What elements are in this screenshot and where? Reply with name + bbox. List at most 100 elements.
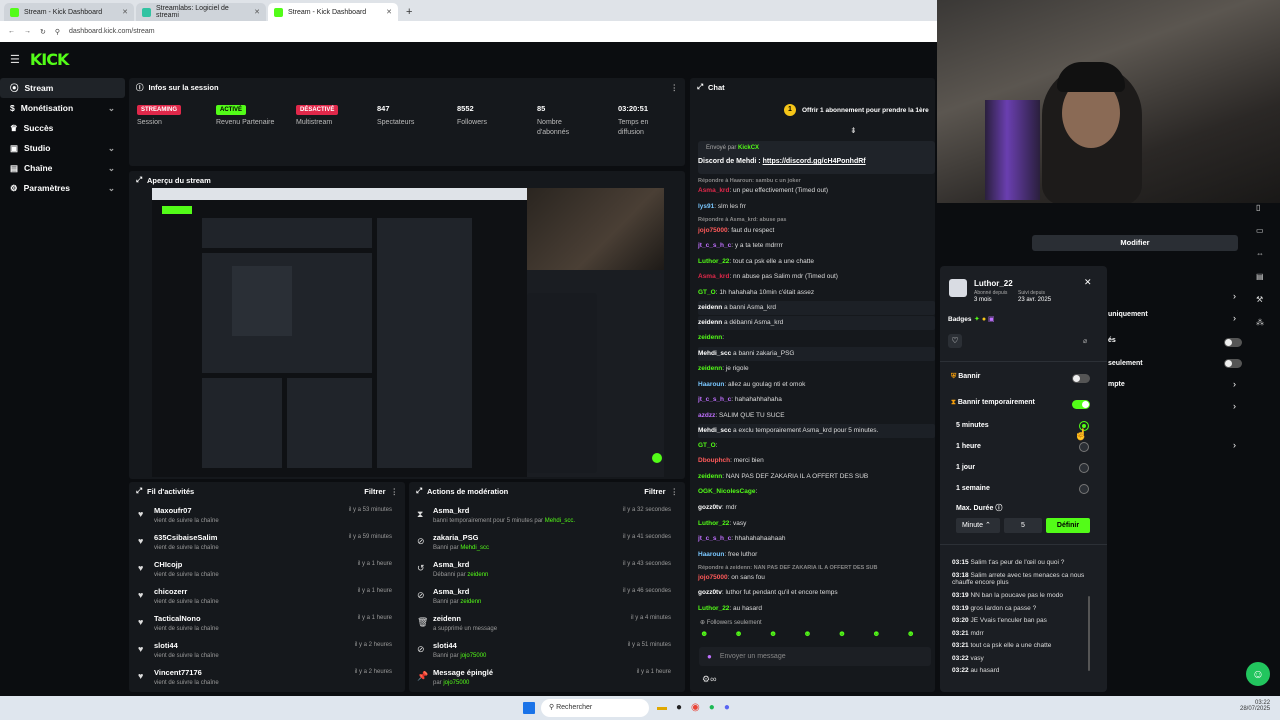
setting-toggle[interactable] <box>1224 359 1242 368</box>
activity-name[interactable]: TacticalNono <box>154 614 201 623</box>
chevron-right-icon[interactable]: › <box>1233 379 1236 389</box>
chat-message[interactable]: OGK_NicolesCage: <box>698 488 757 495</box>
more-icon[interactable]: ⋮ <box>671 83 679 92</box>
chat-username[interactable]: GT_O <box>698 289 716 296</box>
mod-target[interactable]: Asma_krd <box>433 560 469 569</box>
forward-icon[interactable]: → <box>24 28 31 35</box>
sidebar-item-chaine[interactable]: ▤ Chaîne ⌄ <box>0 158 125 178</box>
page-icon[interactable]: ▯ <box>1256 203 1270 212</box>
setting-toggle[interactable] <box>1224 338 1242 347</box>
chat-message[interactable]: Luthor_22: tout ca psk elle a une chatte <box>698 258 814 265</box>
more-icon[interactable]: ⋮ <box>391 487 399 496</box>
address-bar[interactable]: ← → ↻ ⚲ dashboard.kick.com/stream <box>0 21 937 42</box>
chevron-right-icon[interactable]: › <box>1233 291 1236 301</box>
chat-message[interactable]: Luthor_22: vasy <box>698 520 746 527</box>
chat-message[interactable]: zeidenn: <box>698 334 724 341</box>
chat-username[interactable]: Asma_krd <box>698 187 729 194</box>
kick-logo[interactable]: KICK <box>30 50 69 69</box>
site-info-icon[interactable]: ⚲ <box>55 28 60 36</box>
chat-settings-icon[interactable]: ⚙∞ <box>702 674 716 685</box>
url-text[interactable]: dashboard.kick.com/stream <box>69 28 155 35</box>
activity-name[interactable]: 635CsibaiseSalim <box>154 533 217 542</box>
list-item[interactable]: ⧗ Asma_krd banni temporairement pour 5 min… <box>411 506 681 532</box>
chat-message[interactable]: GT_O: 1h hahahaha 10min c'était assez <box>698 289 814 296</box>
list-item[interactable]: ⊘ zakaria_PSG Banni par Mehdi_scc il y a 41… <box>411 533 681 559</box>
more-icon[interactable]: ⋮ <box>671 487 679 496</box>
new-tab-icon[interactable]: + <box>400 3 418 21</box>
back-icon[interactable]: ← <box>8 28 15 35</box>
mod-target[interactable]: sloti44 <box>433 641 457 650</box>
chat-username[interactable]: Asma_krd <box>698 273 729 280</box>
duration-radio[interactable] <box>1079 463 1089 473</box>
chat-message[interactable]: jojo75000: on sans fou <box>698 574 765 581</box>
chat-username[interactable]: jt_c_s_h_c <box>698 242 731 249</box>
emote-icon[interactable]: ☻ <box>700 629 708 643</box>
expand-icon[interactable]: ⤢ <box>416 486 422 496</box>
chat-message[interactable]: Luthor_22: au hasard <box>698 605 762 612</box>
reply-preview[interactable]: Répondre à Asma_krd: abuse pas <box>698 217 786 223</box>
collapse-icon[interactable]: ⇟ <box>850 126 857 135</box>
pin-icon[interactable]: ⌀ <box>1083 337 1087 345</box>
chat-message[interactable]: Haaroun: free luthor <box>698 551 757 558</box>
duration-option-label[interactable]: 1 heure <box>956 443 981 450</box>
modify-button[interactable]: Modifier <box>1032 235 1238 251</box>
windows-start-icon[interactable] <box>523 702 535 714</box>
list-item[interactable]: 📌 Message épinglé par jojo75000 il y a 1 he… <box>411 668 681 694</box>
list-item[interactable]: ♥ Maxoufr07 vient de suivre la chaîne il y … <box>132 506 402 532</box>
system-message[interactable]: zeidenn a débanni Asma_krd <box>698 319 783 326</box>
expand-icon[interactable]: ⤢ <box>697 82 703 92</box>
duration-input[interactable]: 5 <box>1004 518 1042 533</box>
list-item[interactable]: 🗑 zeidenn a supprimé un message il y a 4 mi… <box>411 614 681 640</box>
list-item[interactable]: ♥ TacticalNono vient de suivre la chaîne il… <box>132 614 402 640</box>
system-message[interactable]: Mehdi_scc a exclu temporairement Asma_kr… <box>698 427 878 434</box>
activity-name[interactable]: sloti44 <box>154 641 178 650</box>
activity-name[interactable]: Vincent77176 <box>154 668 202 677</box>
chat-message[interactable]: Haaroun: allez au goulag nti et omok <box>698 381 805 388</box>
tempban-toggle[interactable] <box>1072 400 1090 409</box>
activity-name[interactable]: chicozerr <box>154 587 187 596</box>
emote-icon[interactable]: ☻ <box>907 629 915 643</box>
chat-message[interactable]: azdzz: SALIM QUE TU SUCE <box>698 412 785 419</box>
close-icon[interactable]: ✕ <box>386 8 392 16</box>
chat-username[interactable]: gozz0tv <box>698 589 722 596</box>
emote-icon[interactable]: ☻ <box>803 629 811 643</box>
chat-message[interactable]: jt_c_s_h_c: hhahahahaahaah <box>698 535 785 542</box>
sidebar-item-succes[interactable]: ♛ Succès <box>0 118 125 138</box>
chat-username[interactable]: jt_c_s_h_c <box>698 396 731 403</box>
app-icon[interactable]: ● <box>676 702 682 713</box>
define-button[interactable]: Définir <box>1046 518 1090 533</box>
pinned-link[interactable]: https://discord.gg/cH4PonhdRf <box>763 158 866 165</box>
chat-username[interactable]: OGK_NicolesCage <box>698 488 755 495</box>
chat-username[interactable]: Luthor_22 <box>698 605 729 612</box>
chat-username[interactable]: lys91 <box>698 203 714 210</box>
close-icon[interactable]: ✕ <box>122 8 128 16</box>
mod-by[interactable]: Mehdi_scc. <box>545 518 575 524</box>
chat-username[interactable]: Haaroun <box>698 551 724 558</box>
emote-icon[interactable]: ☻ <box>769 629 777 643</box>
chevron-right-icon[interactable]: › <box>1233 440 1236 450</box>
chat-username[interactable]: zeidenn <box>698 319 722 326</box>
chevron-right-icon[interactable]: › <box>1233 313 1236 323</box>
pinned-user[interactable]: KickCX <box>738 145 759 151</box>
chat-input[interactable]: ● Envoyer un message <box>699 647 931 666</box>
taskbar-search[interactable]: ⚲ Rechercher <box>541 699 649 717</box>
chat-username[interactable]: gozz0tv <box>698 504 722 511</box>
chat-username[interactable]: Dbouphch <box>698 457 730 464</box>
browser-tab[interactable]: Streamlabs: Logiciel de streami ✕ <box>136 3 266 21</box>
list-item[interactable]: ♥ Vincent77176 vient de suivre la chaîne il… <box>132 668 402 694</box>
chat-username[interactable]: Répondre à Haaroun: sambu c un joker <box>698 178 801 184</box>
expand-icon[interactable]: ⤢ <box>136 175 142 185</box>
discord-icon[interactable]: ● <box>724 702 730 713</box>
expand-icon[interactable]: ⤢ <box>136 486 142 496</box>
sidebar-item-stream[interactable]: ⦿ Stream <box>0 78 125 98</box>
duration-option-label[interactable]: 1 jour <box>956 464 975 471</box>
wrench-icon[interactable]: ⚒ <box>1256 295 1270 304</box>
chat-message[interactable]: jt_c_s_h_c: hahahahhahaha <box>698 396 782 403</box>
chat-message[interactable]: GT_O: <box>698 442 718 449</box>
system-message[interactable]: zeidenn a banni Asma_krd <box>698 304 776 311</box>
mod-target[interactable]: zakaria_PSG <box>433 533 478 542</box>
mod-target[interactable]: zeidenn <box>433 614 461 623</box>
reply-preview[interactable]: Répondre à zeidenn: NAN PAS DEF ZAKARIA … <box>698 565 877 571</box>
spotify-icon[interactable]: ● <box>709 702 715 713</box>
chat-message[interactable]: zeidenn: je rigole <box>698 365 749 372</box>
